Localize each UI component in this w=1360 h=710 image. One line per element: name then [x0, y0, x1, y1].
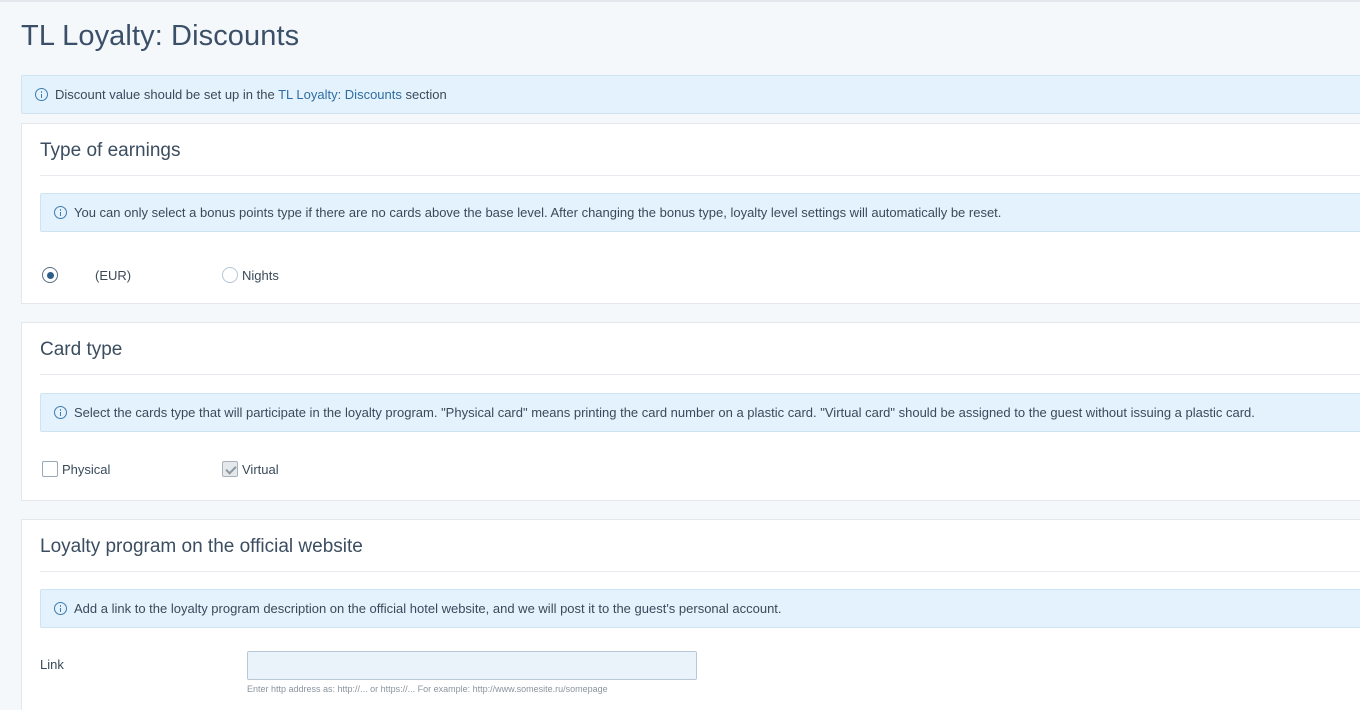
- link-input[interactable]: [247, 651, 697, 680]
- notice-text-after: section: [401, 87, 447, 102]
- card-type-title: Card type: [40, 339, 123, 360]
- earnings-option-eur[interactable]: (EUR): [42, 267, 131, 283]
- info-icon: [54, 406, 67, 419]
- virtual-label: Virtual: [242, 461, 279, 477]
- card-type-panel: Card type Select the cards type that wil…: [21, 322, 1360, 501]
- earnings-panel: Type of earnings You can only select a b…: [21, 123, 1360, 304]
- nights-radio[interactable]: [222, 267, 238, 283]
- notice-text-before: Discount value should be set up in the: [55, 87, 279, 102]
- card-type-notice-text: Select the cards type that will particip…: [74, 405, 1255, 420]
- link-hint: Enter http address as: http://... or htt…: [247, 684, 608, 694]
- info-icon: [54, 206, 67, 219]
- link-label: Link: [40, 657, 64, 672]
- earnings-notice: You can only select a bonus points type …: [40, 193, 1360, 232]
- earnings-divider: [40, 175, 1360, 176]
- discounts-link[interactable]: TL Loyalty: Discounts: [278, 87, 402, 102]
- earnings-option-nights[interactable]: Nights: [222, 267, 279, 283]
- nights-label: Nights: [242, 267, 279, 283]
- website-notice-text: Add a link to the loyalty program descri…: [74, 601, 782, 616]
- eur-radio[interactable]: [42, 267, 58, 283]
- eur-label: (EUR): [95, 267, 132, 283]
- info-icon: [35, 88, 48, 101]
- virtual-checkbox[interactable]: [222, 461, 238, 477]
- physical-label: Physical: [62, 461, 111, 477]
- discount-notice-text: Discount value should be set up in the T…: [55, 87, 447, 102]
- top-border: [0, 0, 1360, 2]
- page-title: TL Loyalty: Discounts: [21, 20, 300, 52]
- discount-notice: Discount value should be set up in the T…: [21, 75, 1360, 114]
- earnings-title: Type of earnings: [40, 140, 181, 161]
- card-option-virtual[interactable]: Virtual: [222, 461, 279, 477]
- website-notice: Add a link to the loyalty program descri…: [40, 589, 1360, 628]
- website-title: Loyalty program on the official website: [40, 536, 363, 557]
- card-type-notice: Select the cards type that will particip…: [40, 393, 1360, 432]
- card-option-physical[interactable]: Physical: [42, 461, 110, 477]
- website-panel: Loyalty program on the official website …: [21, 519, 1360, 710]
- earnings-notice-text: You can only select a bonus points type …: [74, 205, 1002, 220]
- info-icon: [54, 602, 67, 615]
- website-divider: [40, 571, 1360, 572]
- card-type-divider: [40, 374, 1360, 375]
- physical-checkbox[interactable]: [42, 461, 58, 477]
